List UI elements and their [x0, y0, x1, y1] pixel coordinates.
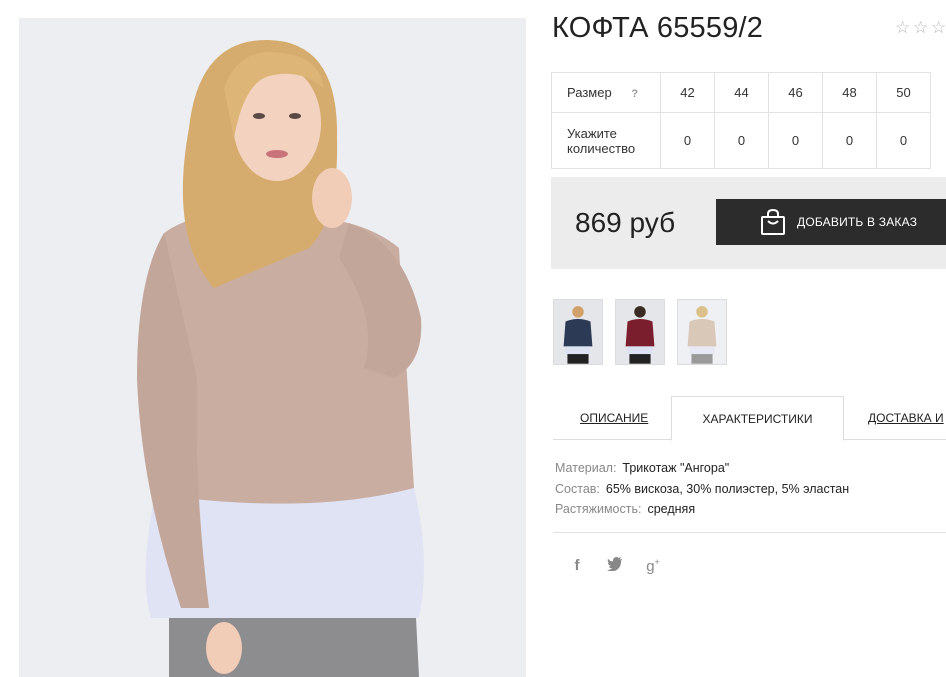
- divider: [553, 532, 946, 533]
- characteristic-key: Состав:: [555, 481, 600, 496]
- thumbnail-navy-sweater[interactable]: [553, 299, 603, 365]
- tab-description[interactable]: ОПИСАНИЕ: [580, 396, 648, 440]
- thumbnail-burgundy-sweater[interactable]: [615, 299, 665, 365]
- tab-delivery[interactable]: ДОСТАВКА И: [868, 396, 944, 440]
- characteristic-value: 65% вискоза, 30% полиэстер, 5% эластан: [605, 481, 850, 496]
- add-to-order-button[interactable]: ДОБАВИТЬ В ЗАКАЗ: [716, 199, 946, 245]
- quantity-input[interactable]: 0: [768, 112, 823, 169]
- size-label: Размер: [567, 85, 612, 100]
- quantity-input[interactable]: 0: [660, 112, 715, 169]
- star-outline-icon[interactable]: ☆: [931, 19, 946, 36]
- star-outline-icon[interactable]: ☆: [913, 19, 929, 36]
- characteristic-key: Материал:: [555, 461, 617, 475]
- tab-characteristics[interactable]: ХАРАКТЕРИСТИКИ: [671, 396, 844, 441]
- size-option: 46: [768, 72, 823, 113]
- star-outline-icon[interactable]: ☆: [895, 19, 911, 36]
- social-share: f g+: [568, 557, 662, 575]
- quantity-input[interactable]: 0: [714, 112, 769, 169]
- product-tabs: ОПИСАНИЕ ХАРАКТЕРИСТИКИ ДОСТАВКА И: [553, 396, 946, 441]
- size-help-icon[interactable]: ?: [631, 88, 638, 100]
- shopping-bag-icon: [761, 208, 785, 235]
- twitter-icon[interactable]: [606, 557, 624, 575]
- model-illustration: [19, 18, 526, 677]
- quantity-row: Укажите количество 0 0 0 0 0: [551, 112, 931, 169]
- characteristic-value: Трикотаж "Ангора": [622, 461, 730, 475]
- quantity-input[interactable]: 0: [822, 112, 877, 169]
- quantity-label: Укажите количество: [551, 112, 661, 169]
- main-product-image[interactable]: [19, 18, 526, 677]
- product-title: КОФТА 65559/2: [552, 12, 764, 44]
- google-plus-icon[interactable]: g+: [644, 557, 662, 575]
- product-rating[interactable]: ☆ ☆ ☆: [895, 19, 946, 36]
- characteristic-row: Материал: Трикотаж "Ангора": [555, 458, 849, 479]
- facebook-icon[interactable]: f: [568, 557, 586, 575]
- thumbnail-beige-sweater[interactable]: [677, 299, 727, 365]
- size-option: 48: [822, 72, 877, 113]
- characteristic-row: Растяжимость: средняя: [555, 499, 849, 520]
- characteristic-value: средняя: [647, 502, 696, 516]
- size-option: 44: [714, 72, 769, 113]
- size-option: 50: [876, 72, 931, 113]
- quantity-input[interactable]: 0: [876, 112, 931, 169]
- size-label-cell: Размер ?: [551, 72, 661, 113]
- size-option: 42: [660, 72, 715, 113]
- characteristic-row: Состав: 65% вискоза, 30% полиэстер, 5% эл…: [555, 479, 849, 500]
- color-thumbnails: [553, 299, 727, 365]
- size-quantity-table: Размер ? 42 44 46 48 50 Укажите количест…: [551, 72, 931, 169]
- size-row: Размер ? 42 44 46 48 50: [551, 72, 931, 113]
- add-to-order-label: ДОБАВИТЬ В ЗАКАЗ: [797, 215, 918, 229]
- price-panel: 869 руб ДОБАВИТЬ В ЗАКАЗ: [551, 177, 946, 269]
- characteristic-key: Растяжимость:: [555, 502, 642, 516]
- characteristics-list: Материал: Трикотаж "Ангора" Состав: 65% ви…: [555, 458, 849, 520]
- product-price: 869 руб: [575, 207, 676, 238]
